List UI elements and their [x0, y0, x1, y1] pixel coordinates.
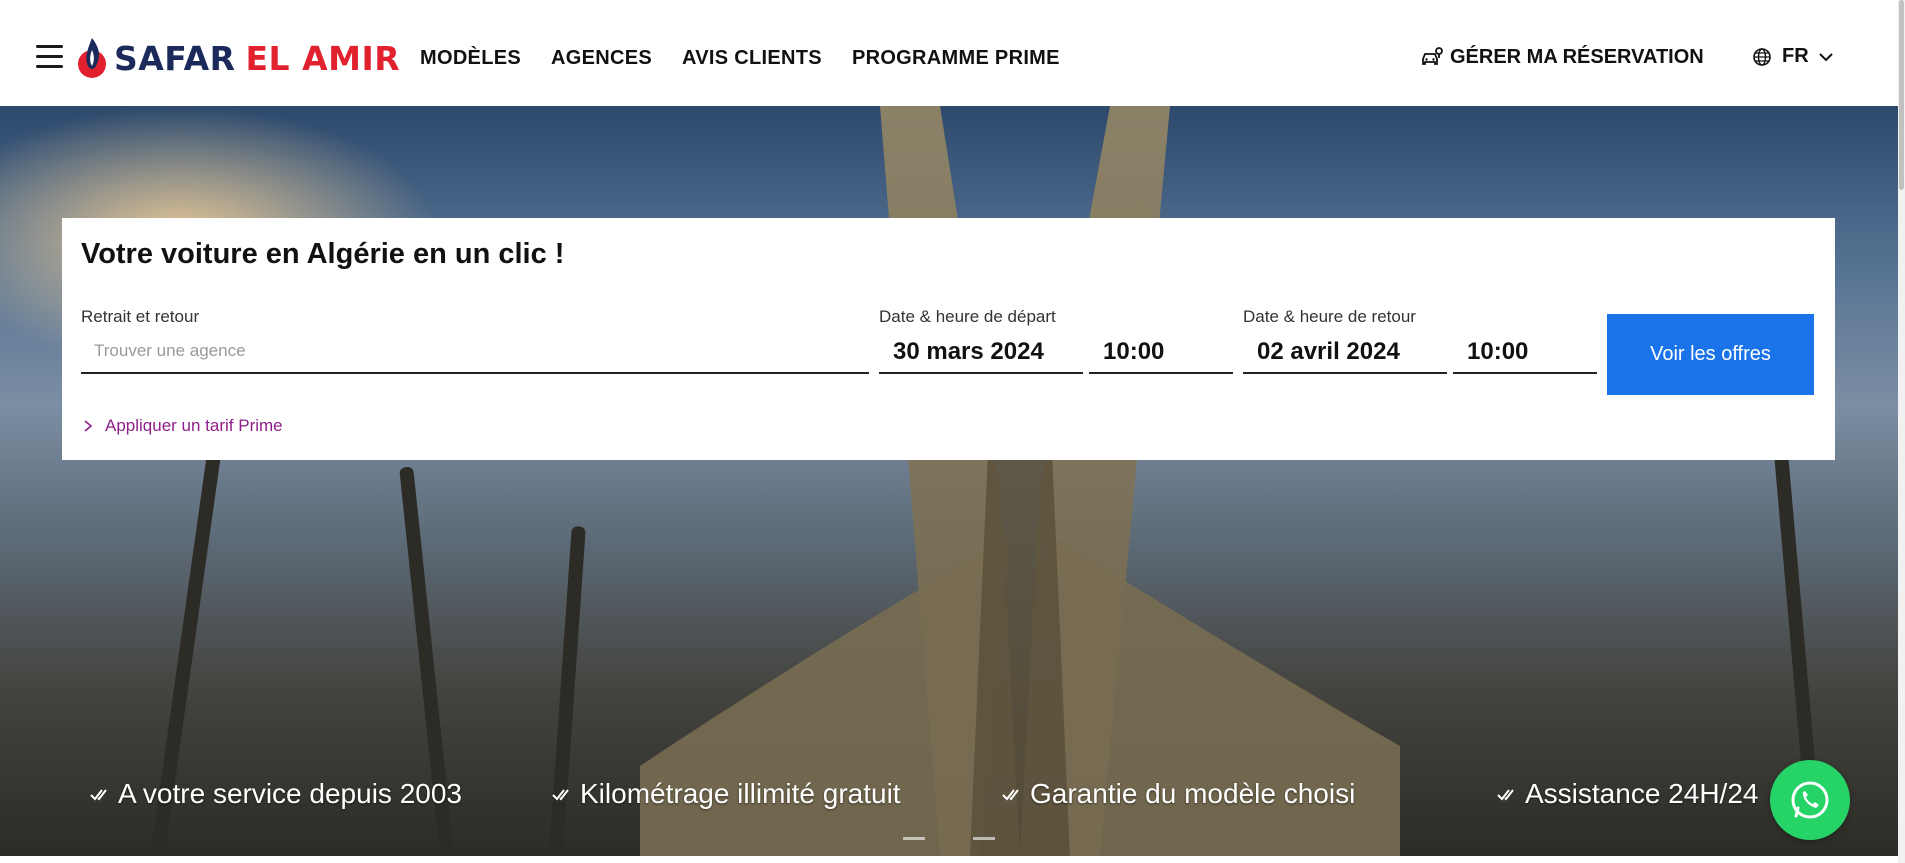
see-offers-button[interactable]: Voir les offres: [1607, 314, 1814, 395]
brand-name-part1: SAFAR: [114, 38, 236, 78]
double-check-icon: [552, 789, 569, 801]
main-nav: MODÈLES AGENCES AVIS CLIENTS PROGRAMME P…: [420, 47, 1060, 70]
return-date-field[interactable]: 02 avril 2024: [1243, 330, 1447, 374]
agency-search-input[interactable]: [81, 330, 869, 372]
nav-item-agences[interactable]: AGENCES: [551, 47, 652, 70]
booking-form-card: Votre voiture en Algérie en un clic ! Re…: [62, 218, 1835, 460]
return-time-field[interactable]: 10:00: [1453, 330, 1597, 374]
booking-title: Votre voiture en Algérie en un clic !: [81, 238, 565, 270]
carousel-indicators: [903, 837, 995, 840]
site-header: SAFAR EL AMIR MODÈLES AGENCES AVIS CLIEN…: [0, 0, 1898, 106]
feature-label: Kilométrage illimité gratuit: [580, 778, 901, 809]
hero-banner: Votre voiture en Algérie en un clic ! Re…: [0, 106, 1898, 856]
feature-label: Assistance 24H/24: [1525, 778, 1759, 809]
manage-reservation-label: GÉRER MA RÉSERVATION: [1450, 45, 1704, 68]
carousel-dot[interactable]: [903, 837, 925, 840]
car-key-icon: [1422, 47, 1443, 65]
whatsapp-button[interactable]: [1770, 760, 1850, 840]
brand-name-part2: EL AMIR: [245, 38, 401, 78]
double-check-icon: [90, 789, 107, 801]
feature-label: Garantie du modèle choisi: [1030, 778, 1356, 809]
flame-logo-icon: [78, 38, 106, 78]
feature-item: Kilométrage illimité gratuit: [552, 778, 901, 810]
carousel-dot[interactable]: [973, 837, 995, 840]
departure-label: Date & heure de départ: [879, 307, 1056, 326]
nav-item-programme-prime[interactable]: PROGRAMME PRIME: [852, 47, 1060, 70]
whatsapp-icon: [1791, 781, 1829, 819]
hamburger-menu-icon[interactable]: [36, 45, 63, 69]
chevron-down-icon: [1818, 52, 1833, 61]
nav-item-avis-clients[interactable]: AVIS CLIENTS: [682, 47, 822, 70]
departure-time-value: 10:00: [1103, 338, 1165, 365]
page-bottom-strip: [0, 856, 1898, 863]
departure-time-field[interactable]: 10:00: [1089, 330, 1233, 374]
manage-reservation-link[interactable]: GÉRER MA RÉSERVATION: [1420, 45, 1704, 69]
double-check-icon: [1002, 789, 1019, 801]
return-label: Date & heure de retour: [1243, 307, 1416, 326]
nav-item-modeles[interactable]: MODÈLES: [420, 47, 521, 70]
pickup-label: Retrait et retour: [81, 307, 200, 326]
return-date-value: 02 avril 2024: [1257, 338, 1400, 365]
feature-label: A votre service depuis 2003: [118, 778, 462, 809]
apply-prime-link[interactable]: Appliquer un tarif Prime: [83, 416, 283, 436]
departure-date-field[interactable]: 30 mars 2024: [879, 330, 1083, 374]
feature-item: Garantie du modèle choisi: [1002, 778, 1355, 810]
double-check-icon: [1497, 789, 1514, 801]
page-scrollbar[interactable]: [1898, 0, 1905, 863]
feature-item: A votre service depuis 2003: [90, 778, 462, 810]
brand-logo[interactable]: SAFAR EL AMIR: [74, 36, 400, 80]
language-selector[interactable]: FR: [1752, 45, 1833, 68]
chevron-right-icon: [84, 420, 93, 432]
departure-date-value: 30 mars 2024: [893, 338, 1044, 365]
scrollbar-thumb[interactable]: [1899, 0, 1904, 190]
language-label: FR: [1782, 45, 1809, 67]
feature-item: Assistance 24H/24: [1497, 778, 1758, 810]
return-time-value: 10:00: [1467, 338, 1529, 365]
apply-prime-label: Appliquer un tarif Prime: [105, 416, 283, 435]
globe-icon: [1753, 47, 1771, 66]
pickup-field: [81, 330, 869, 374]
